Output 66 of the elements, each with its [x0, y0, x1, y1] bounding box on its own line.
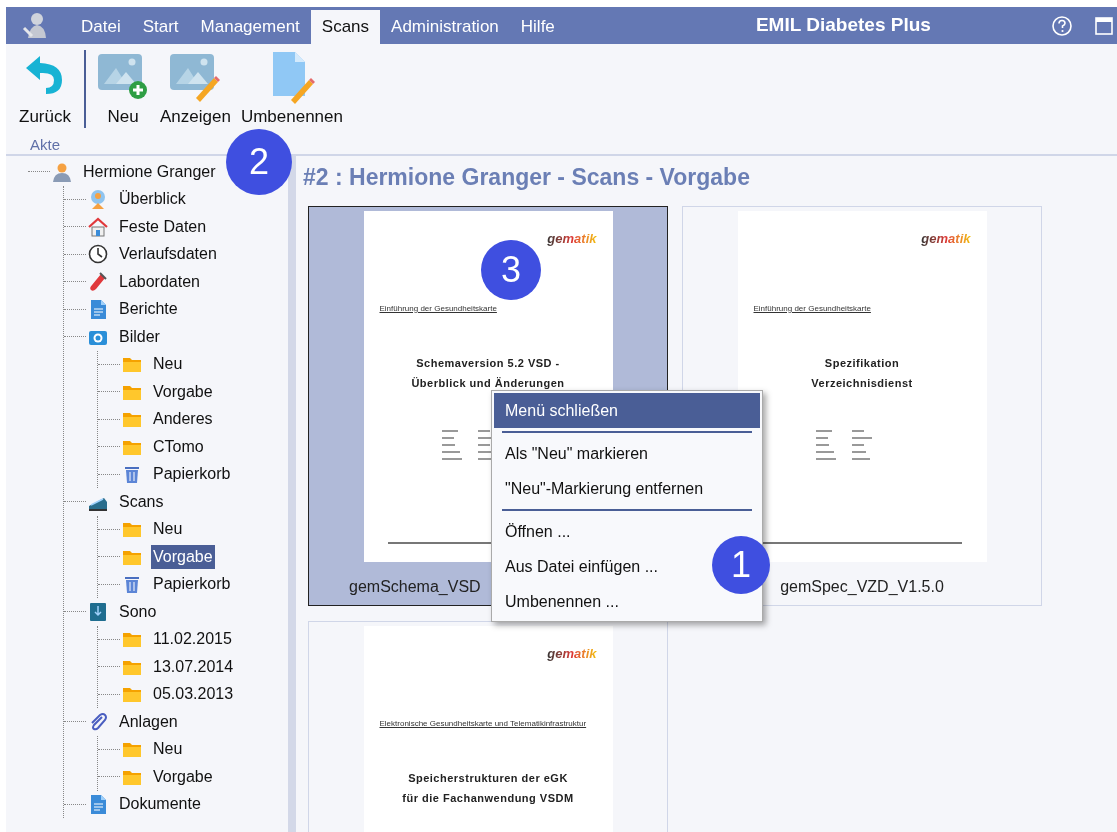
tree-item[interactable]: Papierkorb [151, 462, 233, 487]
tree-item[interactable]: Neu [151, 517, 185, 542]
tree-item[interactable]: CTomo [151, 434, 206, 459]
group-label: Akte [30, 135, 60, 155]
menu-tab[interactable]: Datei [70, 10, 132, 44]
ribbon-button[interactable]: Zurück [16, 50, 74, 128]
document-subtitle: Einführung der Gesundheitskarte [379, 302, 497, 315]
tree-item[interactable]: 11.02.2015 [151, 627, 234, 652]
document-title: Spezifikation [824, 355, 900, 371]
menu-tab[interactable]: Scans [310, 10, 381, 44]
document-title: Schemaversion 5.2 VSD - [416, 355, 560, 371]
tree-item[interactable]: 05.03.2013 [151, 682, 236, 707]
tree-item[interactable]: Vorgabe [151, 764, 215, 789]
tree-item[interactable]: Anlagen [117, 709, 180, 734]
menu-item[interactable]: Als "Neu" markieren [494, 436, 659, 471]
menu-item[interactable]: Öffnen ... [494, 514, 582, 549]
tree-item[interactable]: Neu [151, 352, 185, 377]
window-icon [1095, 16, 1113, 35]
tree-item[interactable]: Sono [117, 599, 159, 624]
help-icon [1051, 14, 1073, 37]
menu-tab[interactable]: Management [189, 10, 311, 44]
clock-icon [88, 244, 108, 265]
menu-tab[interactable]: Start [131, 10, 190, 44]
document-title: Überblick und Änderungen [411, 376, 565, 391]
metadata-lines-drawing [815, 429, 872, 460]
document-icon [88, 794, 108, 815]
document-title: Verzeichnisdienst [811, 376, 913, 391]
document-subtitle: Elektronische Gesundheitskarte und Telematikinfrastruktur [379, 717, 587, 730]
tree-item[interactable]: Feste Daten [117, 214, 209, 239]
tree-item[interactable]: 13.07.2014 [151, 654, 236, 679]
ribbon-button[interactable]: Neu [94, 50, 152, 128]
tree-item[interactable]: Labordaten [117, 269, 202, 294]
tree-item[interactable]: Anderes [151, 407, 215, 432]
page-heading: #2 : Hermione Granger - Scans - Vorgabe [303, 163, 751, 192]
tree-item[interactable]: Vorgabe [151, 379, 215, 404]
menu-tab[interactable]: Hilfe [509, 10, 566, 44]
menu-tab[interactable]: Administration [380, 10, 510, 44]
tree-item[interactable]: Bilder [117, 324, 162, 349]
document-subtitle: Einführung der Gesundheitskarte [753, 302, 871, 315]
document-icon [88, 299, 108, 320]
tree-item[interactable]: Verlaufsdaten [117, 242, 219, 267]
menu-item[interactable]: Aus Datei einfügen ... [494, 549, 669, 584]
person-icon [52, 161, 72, 182]
test-tube-icon [88, 271, 108, 292]
user-badge-icon [88, 189, 108, 210]
thumbnail-card[interactable]: gematik Elektronische Gesundheitskarte und Telematikinfrastruktur Speicherstrukturen der eGK für die Fachanwendung VSDM [308, 621, 668, 832]
ribbon-button[interactable]: Umbenennen [238, 50, 345, 128]
app-title: EMIL Diabetes Plus [755, 13, 931, 38]
tree-item[interactable]: Berichte [117, 297, 180, 322]
document-title: Speicherstrukturen der eGK [408, 770, 568, 786]
tree-item[interactable]: Überblick [117, 187, 188, 212]
tree-item[interactable]: Hermione Granger [81, 159, 218, 184]
tree-item[interactable]: Dokumente [117, 792, 203, 817]
tree-item[interactable]: Vorgabe [151, 544, 215, 569]
trash-icon [122, 464, 142, 485]
file-name: gemSchema_VSD [349, 577, 481, 597]
menu-item[interactable]: Menü schließen [494, 393, 760, 428]
trash-icon [122, 574, 142, 595]
document-title: für die Fachanwendung VSDM [402, 791, 574, 806]
tree-item[interactable]: Papierkorb [151, 572, 233, 597]
house-icon [88, 216, 108, 237]
ribbon-button[interactable]: Anzeigen [158, 50, 233, 128]
tree-item[interactable]: Scans [117, 489, 166, 514]
tree-item[interactable]: Neu [151, 737, 185, 762]
file-name: gemSpec_VZD_V1.5.0 [780, 577, 944, 597]
monitor-icon [88, 601, 108, 622]
